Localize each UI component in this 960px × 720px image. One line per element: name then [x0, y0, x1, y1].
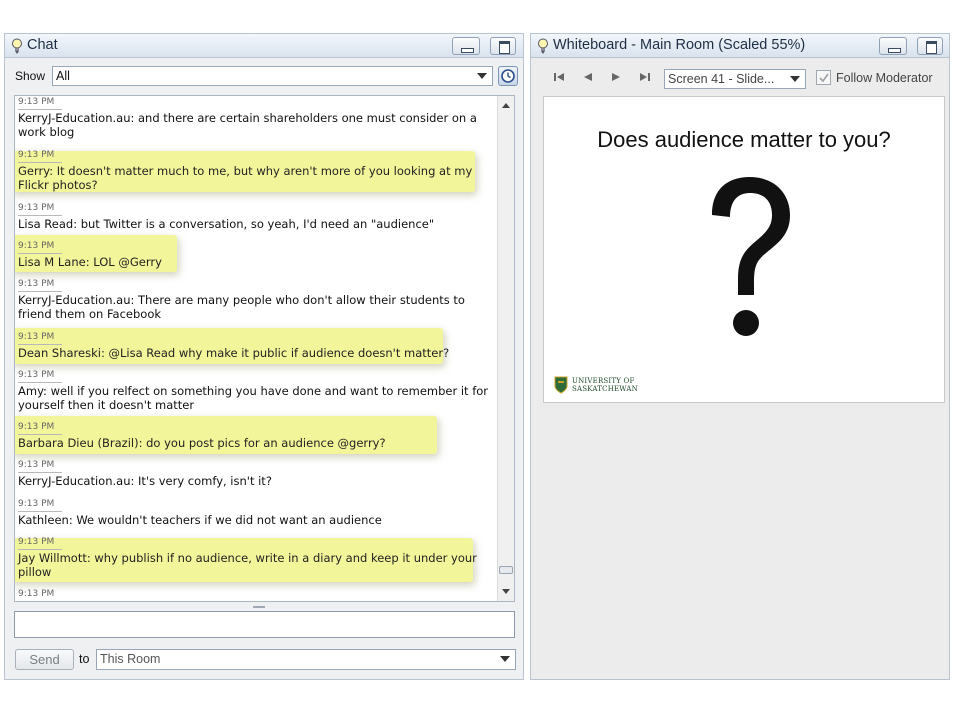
last-icon[interactable]: [637, 71, 651, 83]
whiteboard-maximize-icon[interactable]: [917, 37, 943, 55]
to-label: to: [79, 652, 90, 666]
chat-message: 9:13 PM KerryJ-Education.au: It's very c…: [18, 460, 496, 488]
next-icon[interactable]: [609, 71, 623, 83]
message-text: Amy: well if you relfect on something yo…: [18, 384, 489, 412]
message-time: 9:13 PM: [18, 241, 62, 254]
show-filter-select[interactable]: All: [52, 66, 493, 86]
chat-filter-row: Show All: [5, 58, 523, 88]
follow-moderator-label: Follow Moderator: [836, 71, 933, 85]
chat-message: 9:13 PM Kathleen: We wouldn't teachers i…: [18, 499, 496, 527]
message-text: Jay Willmott: why publish if no audience…: [18, 551, 477, 579]
slide-navigation: Screen 41 - Slide... Follow Moderator: [531, 58, 949, 96]
screen-select[interactable]: Screen 41 - Slide...: [664, 69, 806, 89]
whiteboard-minimize-icon[interactable]: [879, 37, 907, 55]
message-time: 9:13 PM: [18, 460, 62, 473]
university-logo: UNIVERSITY OF SASKATCHEWAN: [554, 376, 664, 396]
chevron-down-icon: [477, 73, 487, 79]
message-time: 9:13 PM: [18, 203, 62, 216]
chat-message: 9:13 PM Lisa Read: but Twitter is a conv…: [18, 203, 496, 231]
chat-input[interactable]: [14, 611, 515, 638]
message-time: 9:13 PM: [18, 97, 62, 110]
chat-message: 9:13 PM: [18, 589, 496, 601]
history-button[interactable]: [498, 66, 518, 86]
scroll-down-icon[interactable]: [502, 589, 510, 594]
message-text: Lisa M Lane: LOL @Gerry: [18, 255, 162, 269]
logo-line-1: UNIVERSITY OF: [572, 377, 635, 385]
recipient-select[interactable]: This Room: [96, 649, 516, 670]
whiteboard-slide[interactable]: Does audience matter to you? UNIVERSITY …: [543, 96, 945, 403]
message-time: 9:13 PM: [18, 422, 62, 435]
clock-icon: [501, 69, 515, 83]
prev-icon[interactable]: [581, 71, 595, 83]
chat-minimize-icon[interactable]: [452, 37, 480, 55]
message-text: KerryJ-Education.au: and there are certa…: [18, 111, 477, 139]
bulb-icon: [538, 38, 548, 54]
message-time: 9:13 PM: [18, 370, 62, 383]
chevron-down-icon: [500, 656, 510, 662]
check-icon: [819, 73, 829, 83]
chat-message: 9:13 PM Amy: well if you relfect on some…: [18, 370, 496, 412]
recipient-value: This Room: [100, 652, 161, 666]
chat-message: 9:13 PM Dean Shareski: @Lisa Read why ma…: [18, 332, 496, 360]
show-filter-value: All: [56, 69, 70, 83]
message-text: Dean Shareski: @Lisa Read why make it pu…: [18, 346, 450, 360]
message-time: 9:13 PM: [18, 332, 62, 345]
message-text: Gerry: It doesn't matter much to me, but…: [18, 164, 473, 192]
message-text: KerryJ-Education.au: It's very comfy, is…: [18, 474, 272, 488]
chat-message-list[interactable]: 9:13 PM KerryJ-Education.au: and there a…: [14, 95, 515, 602]
university-name: UNIVERSITY OF SASKATCHEWAN: [572, 377, 638, 393]
screen-select-value: Screen 41 - Slide...: [668, 72, 775, 86]
message-text: Lisa Read: but Twitter is a conversation…: [18, 217, 435, 231]
whiteboard-titlebar: Whiteboard - Main Room (Scaled 55%): [531, 34, 949, 58]
message-text: Barbara Dieu (Brazil): do you post pics …: [18, 436, 386, 450]
resize-grip[interactable]: [253, 606, 265, 608]
question-mark-icon: [712, 177, 790, 336]
chat-message: 9:13 PM Barbara Dieu (Brazil): do you po…: [18, 422, 496, 450]
message-time: 9:13 PM: [18, 150, 62, 163]
scroll-up-icon[interactable]: [502, 103, 510, 108]
chat-message: 9:13 PM Jay Willmott: why publish if no …: [18, 537, 496, 579]
chat-panel: Chat Show All 9:13 PM KerryJ-Education.a…: [4, 33, 524, 680]
chat-message: 9:13 PM Gerry: It doesn't matter much to…: [18, 150, 496, 192]
follow-moderator-checkbox[interactable]: [816, 70, 831, 85]
chat-titlebar: Chat: [5, 34, 523, 58]
message-time: 9:13 PM: [18, 279, 62, 292]
send-button[interactable]: Send: [15, 649, 74, 670]
scroll-thumb[interactable]: [499, 566, 513, 574]
first-icon[interactable]: [553, 71, 567, 83]
chat-message: 9:13 PM Lisa M Lane: LOL @Gerry: [18, 241, 496, 269]
message-text: KerryJ-Education.au: There are many peop…: [18, 293, 465, 321]
chevron-down-icon: [790, 76, 800, 82]
chat-title: Chat: [27, 37, 58, 53]
whiteboard-panel: Whiteboard - Main Room (Scaled 55%) Scre…: [530, 33, 950, 680]
message-time: 9:13 PM: [18, 589, 62, 601]
bulb-icon: [12, 38, 22, 54]
chat-message: 9:13 PM KerryJ-Education.au: There are m…: [18, 279, 496, 321]
message-time: 9:13 PM: [18, 537, 62, 550]
chat-message: 9:13 PM KerryJ-Education.au: and there a…: [18, 97, 496, 139]
message-text: Kathleen: We wouldn't teachers if we did…: [18, 513, 382, 527]
message-time: 9:13 PM: [18, 499, 62, 512]
slide-title: Does audience matter to you?: [597, 127, 891, 152]
crest-icon: [554, 376, 568, 394]
whiteboard-title: Whiteboard - Main Room (Scaled 55%): [553, 37, 806, 53]
chat-maximize-icon[interactable]: [490, 37, 516, 55]
chat-scrollbar[interactable]: [497, 96, 514, 601]
show-label: Show: [15, 69, 46, 83]
logo-line-2: SASKATCHEWAN: [572, 385, 638, 393]
